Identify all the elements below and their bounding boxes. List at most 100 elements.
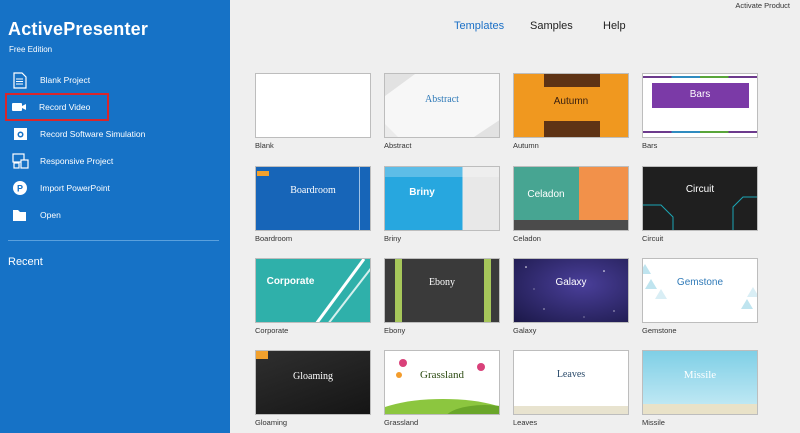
template-card-celadon[interactable]: Celadon Celadon xyxy=(513,166,629,243)
ebony-title: Ebony xyxy=(428,277,456,288)
template-name: Missile xyxy=(642,418,665,427)
record-software-simulation-label: Record Software Simulation xyxy=(40,129,146,139)
template-name: Briny xyxy=(384,234,402,243)
celadon-title: Celadon xyxy=(527,189,565,200)
template-thumbnail-gemstone[interactable]: Gemstone xyxy=(642,258,758,323)
template-name: Boardroom xyxy=(255,234,293,243)
ebony-left-bar xyxy=(395,259,402,322)
galaxy-title: Galaxy xyxy=(555,277,587,288)
briny-top-band xyxy=(385,167,499,177)
tab-samples[interactable]: Samples xyxy=(530,20,573,32)
blank-project-label: Blank Project xyxy=(40,75,91,85)
template-name: Ebony xyxy=(384,326,406,335)
svg-text:P: P xyxy=(17,184,23,194)
recent-heading: Recent xyxy=(8,256,43,268)
abstract-title: Abstract xyxy=(425,94,459,105)
template-card-corporate[interactable]: Corporate Corporate xyxy=(255,258,371,335)
template-card-leaves[interactable]: Leaves Leaves xyxy=(513,350,629,427)
template-card-grassland[interactable]: Grassland Grassland xyxy=(384,350,500,427)
template-thumbnail-missile[interactable]: Missile xyxy=(642,350,758,415)
template-card-bars[interactable]: Bars Bars xyxy=(642,73,758,150)
template-card-abstract[interactable]: Abstract Abstract xyxy=(384,73,500,150)
template-name: Blank xyxy=(255,141,274,150)
import-powerpoint-label: Import PowerPoint xyxy=(40,183,110,193)
template-thumbnail-bars[interactable]: Bars xyxy=(642,73,758,138)
responsive-project-label: Responsive Project xyxy=(40,156,114,166)
template-card-gemstone[interactable]: Gemstone Gemstone xyxy=(642,258,758,335)
video-camera-icon xyxy=(10,98,28,116)
missile-ground xyxy=(643,404,757,414)
template-thumbnail-blank[interactable] xyxy=(255,73,371,138)
template-card-missile[interactable]: Missile Missile xyxy=(642,350,758,427)
template-card-blank[interactable]: Blank xyxy=(255,73,371,150)
template-name: Grassland xyxy=(384,418,419,427)
template-name: Leaves xyxy=(513,418,538,427)
template-thumbnail-leaves[interactable]: Leaves xyxy=(513,350,629,415)
boardroom-title: Boardroom xyxy=(290,185,336,196)
template-card-ebony[interactable]: Ebony Ebony xyxy=(384,258,500,335)
template-name: Circuit xyxy=(642,234,664,243)
template-thumbnail-corporate[interactable]: Corporate xyxy=(255,258,371,323)
boardroom-accent xyxy=(257,171,269,176)
template-name: Galaxy xyxy=(513,326,537,335)
template-thumbnail-autumn[interactable]: Autumn xyxy=(513,73,629,138)
corporate-stripes xyxy=(315,259,370,322)
autumn-title: Autumn xyxy=(553,96,589,107)
abstract-pattern xyxy=(385,74,499,137)
template-thumbnail-circuit[interactable]: Circuit xyxy=(642,166,758,231)
template-name: Corporate xyxy=(255,326,289,335)
template-thumbnail-briny[interactable]: Briny xyxy=(384,166,500,231)
leaves-ground xyxy=(514,406,628,414)
template-card-autumn[interactable]: Autumn Autumn xyxy=(513,73,629,150)
template-card-boardroom[interactable]: Boardroom Boardroom xyxy=(255,166,371,243)
autumn-bottom-band xyxy=(544,121,600,137)
activate-product-link[interactable]: Activate Product xyxy=(735,1,790,10)
briny-title: Briny xyxy=(409,187,435,198)
gemstone-title: Gemstone xyxy=(676,277,724,288)
bars-bottom-stripe xyxy=(643,131,757,133)
responsive-icon xyxy=(11,152,29,170)
tab-help[interactable]: Help xyxy=(603,20,626,32)
template-thumbnail-grassland[interactable]: Grassland xyxy=(384,350,500,415)
gloaming-accent xyxy=(256,351,268,359)
gloaming-title: Gloaming xyxy=(293,371,333,382)
boardroom-line xyxy=(359,167,360,230)
blank-project-button[interactable]: Blank Project xyxy=(8,68,208,92)
template-thumbnail-abstract[interactable]: Abstract xyxy=(384,73,500,138)
sidebar-divider xyxy=(8,240,219,241)
document-icon xyxy=(11,71,29,89)
camera-icon xyxy=(11,125,29,143)
template-name: Gemstone xyxy=(642,326,677,335)
template-card-gloaming[interactable]: Gloaming Gloaming xyxy=(255,350,371,427)
template-thumbnail-gloaming[interactable]: Gloaming xyxy=(255,350,371,415)
template-card-circuit[interactable]: Circuit Circuit xyxy=(642,166,758,243)
folder-open-icon xyxy=(11,206,29,224)
bars-top-stripe xyxy=(643,76,757,78)
template-name: Abstract xyxy=(384,141,412,150)
template-name: Autumn xyxy=(513,141,539,150)
responsive-project-button[interactable]: Responsive Project xyxy=(8,149,208,173)
template-thumbnail-boardroom[interactable]: Boardroom xyxy=(255,166,371,231)
circuit-title: Circuit xyxy=(685,184,715,195)
template-card-galaxy[interactable]: Galaxy Galaxy xyxy=(513,258,629,335)
autumn-top-band xyxy=(544,74,600,87)
record-video-label: Record Video xyxy=(39,102,91,112)
template-card-briny[interactable]: Briny Briny xyxy=(384,166,500,243)
app-title: ActivePresenter xyxy=(8,19,149,39)
circuit-lines xyxy=(643,196,757,230)
record-software-simulation-button[interactable]: Record Software Simulation xyxy=(8,122,208,146)
leaves-title: Leaves xyxy=(556,369,586,380)
template-thumbnail-ebony[interactable]: Ebony xyxy=(384,258,500,323)
record-video-button[interactable]: Record Video xyxy=(5,93,109,121)
sidebar: ActivePresenter Free Edition Blank Proje… xyxy=(0,0,230,433)
open-button[interactable]: Open xyxy=(8,203,208,227)
template-name: Gloaming xyxy=(255,418,288,427)
import-powerpoint-button[interactable]: P Import PowerPoint xyxy=(8,176,208,200)
template-thumbnail-celadon[interactable]: Celadon xyxy=(513,166,629,231)
grassland-title: Grassland xyxy=(420,369,464,381)
edition-label: Free Edition xyxy=(9,45,53,54)
galaxy-stars xyxy=(525,266,615,318)
tab-templates[interactable]: Templates xyxy=(454,20,504,32)
template-name: Celadon xyxy=(513,234,541,243)
template-thumbnail-galaxy[interactable]: Galaxy xyxy=(513,258,629,323)
